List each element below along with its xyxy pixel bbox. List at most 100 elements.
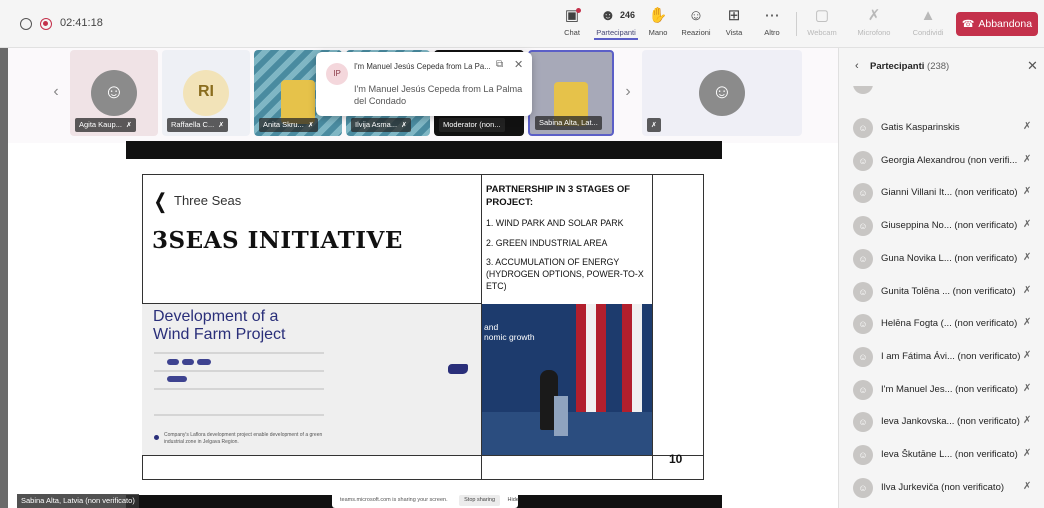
participant-row[interactable]: ☺ Gunita Tolēna ... (non verificato) ✗ (839, 276, 1044, 308)
participant-name: Helēna Fogta (... (non verificato) (881, 318, 1018, 330)
tile-name-text: Sabina Alta, Lat... (539, 118, 598, 127)
video-tile[interactable]: RI Raffaella C... ✗ (162, 50, 250, 136)
share-label: Condividi (912, 28, 944, 37)
mic-muted-icon: ✗ (1023, 284, 1032, 296)
chat-button[interactable]: ▣ Chat (552, 6, 592, 42)
tile-name-text: Moderator (non... (443, 120, 501, 129)
share-button[interactable]: ▲ Condividi (908, 6, 948, 42)
reactions-button[interactable]: ☺ Reazioni (676, 6, 716, 42)
mic-label: Microfono (857, 28, 891, 37)
webcam-button[interactable]: ▢ Webcam (802, 6, 842, 42)
tile-name: ✗ (647, 118, 661, 132)
strip-next-arrow[interactable]: › (618, 77, 638, 107)
thumb-rule (154, 388, 324, 390)
participant-row[interactable]: ☺ Giuseppina No... (non verificato) ✗ (839, 210, 1044, 242)
photo-caption: and nomic growth (484, 322, 535, 342)
microphone-button[interactable]: ✗ Microfono (854, 6, 894, 42)
participant-row[interactable]: ☺ Georgia Alexandrou (non verifi... ✗ (839, 145, 1044, 177)
tile-name: Ilvija Asma... ✗ (351, 118, 411, 132)
partnership-item: 2. GREEN INDUSTRIAL AREA (486, 238, 608, 248)
partnership-title: PARTNERSHIP IN 3 STAGES OF PROJECT: (486, 184, 631, 208)
slide-divider (142, 455, 704, 456)
participant-name: Ieva Škutāne L... (non verificato) (881, 449, 1018, 460)
avatar: ☺ (853, 216, 873, 237)
avatar: IP (326, 63, 348, 85)
panel-title-text: Partecipanti (870, 61, 925, 72)
participant-row[interactable]: ☺ Ilva Jurkeviča (non verificato) ✗ (839, 472, 1044, 504)
tile-name-text: Agita Kaup... (79, 120, 122, 129)
participants-button[interactable]: ☻ 246 Partecipanti (594, 6, 638, 42)
tile-name: Anita Skru... ✗ (259, 118, 318, 132)
avatar: ☺ (853, 248, 873, 269)
leave-label: Abbandona (978, 18, 1033, 30)
smiley-icon: ☺ (688, 7, 704, 24)
partnership-item: 1. WIND PARK AND SOLAR PARK (486, 218, 624, 228)
camera-off-icon: ▢ (814, 7, 830, 24)
participant-name: I'm Manuel Jes... (non verificato) (881, 383, 1018, 395)
participant-name: Gatis Kasparinskis (881, 122, 960, 133)
participant-row[interactable]: ☺ Ieva Jankovska... (non verificato) ✗ (839, 406, 1044, 438)
participant-row-partial[interactable] (839, 86, 1044, 102)
avatar: ☺ (853, 183, 873, 204)
tile-name: Raffaella C... ✗ (167, 118, 229, 132)
mic-muted-icon: ✗ (651, 122, 657, 129)
hand-icon: ✋ (648, 7, 668, 24)
participant-row[interactable]: ☺ Gianni Villani It... (non verificato) ✗ (839, 177, 1044, 209)
chevron-left-icon[interactable]: ‹ (855, 60, 859, 72)
thumb-rule (154, 352, 324, 354)
thumb-pill (182, 359, 194, 365)
mic-off-icon: ✗ (867, 7, 881, 24)
meeting-timer: 02:41:18 (60, 17, 103, 29)
participant-name: Georgia Alexandrou (non verifi... (881, 154, 1018, 166)
hide-sharing-bar-button[interactable]: Hide (508, 497, 519, 503)
participant-row[interactable]: ☺ Gatis Kasparinskis ✗ (839, 112, 1044, 144)
mic-muted-icon: ✗ (125, 122, 132, 129)
share-tray-icon: ▲ (920, 7, 936, 24)
avatar: ☺ (853, 412, 873, 433)
avatar: ☺ (853, 445, 873, 465)
mic-muted-icon: ✗ (1023, 448, 1032, 459)
tile-name-text: Raffaella C... (171, 120, 215, 129)
toast-message: I'm Manuel Jesús Cepeda from La Palma de… (354, 84, 523, 106)
screen-sharing-bar: teams.microsoft.com is sharing your scre… (332, 492, 519, 508)
mic-muted-icon: ✗ (1023, 317, 1032, 329)
phone-hangup-icon: ☎ (961, 19, 975, 30)
participant-row[interactable]: ☺ Ieva Škutāne L... (non verificato) ✗ (839, 439, 1044, 471)
flag-stripe (622, 304, 632, 414)
participant-row[interactable]: ☺ Guna Novika L... (non verificato) ✗ (839, 243, 1044, 275)
more-button[interactable]: ⋯ Altro (752, 6, 792, 42)
flag-stripe (586, 304, 596, 414)
stop-sharing-button[interactable]: Stop sharing (459, 495, 501, 506)
thumb-pill (197, 359, 211, 365)
participant-name: I am Fátima Ávi... (non verificato) (881, 350, 1021, 362)
hand-label: Mano (648, 28, 668, 37)
close-icon[interactable]: ✕ (1027, 58, 1038, 74)
participant-row[interactable]: ☺ I am Fátima Ávi... (non verificato) ✗ (839, 341, 1044, 373)
conference-photo: and nomic growth (482, 304, 652, 455)
participant-row[interactable]: ☺ I'm Manuel Jes... (non verificato) ✗ (839, 374, 1044, 406)
video-tile-active-speaker[interactable]: Sabina Alta, Lat... (528, 50, 614, 136)
tile-name-text: Anita Skru... (263, 120, 304, 129)
avatar: ☺ (853, 477, 873, 498)
open-chat-icon[interactable]: ⧉ (496, 59, 503, 70)
shared-screen: ❬ Three Seas 3SEAS INITIATIVE PARTNERSHI… (126, 159, 722, 495)
view-label: Vista (725, 28, 743, 37)
view-button[interactable]: ⊞ Vista (714, 6, 754, 42)
close-icon[interactable]: ✕ (514, 58, 523, 71)
avatar: ☺ (853, 379, 873, 400)
chat-notification-toast[interactable]: IP I'm Manuel Jesús Cepeda from La Pa...… (316, 52, 532, 116)
strip-prev-arrow[interactable]: ‹ (46, 77, 66, 107)
flag-stripe (576, 304, 586, 414)
reactions-label: Reazioni (681, 28, 711, 37)
panel-count: (238) (927, 61, 950, 72)
video-tile[interactable]: ☺ ✗ (642, 50, 802, 136)
podium (554, 396, 568, 436)
avatar: RI (183, 70, 229, 116)
more-dots-icon: ⋯ (764, 7, 780, 24)
video-tile[interactable]: ☺ Agita Kaup... ✗ (70, 50, 158, 136)
raise-hand-button[interactable]: ✋ Mano (638, 6, 678, 42)
logo-text: Three Seas (174, 193, 242, 208)
leave-button[interactable]: ☎ Abbandona (956, 12, 1038, 36)
slide-heading: 3SEAS INITIATIVE (152, 227, 403, 254)
participant-row[interactable]: ☺ Helēna Fogta (... (non verificato) ✗ (839, 308, 1044, 340)
